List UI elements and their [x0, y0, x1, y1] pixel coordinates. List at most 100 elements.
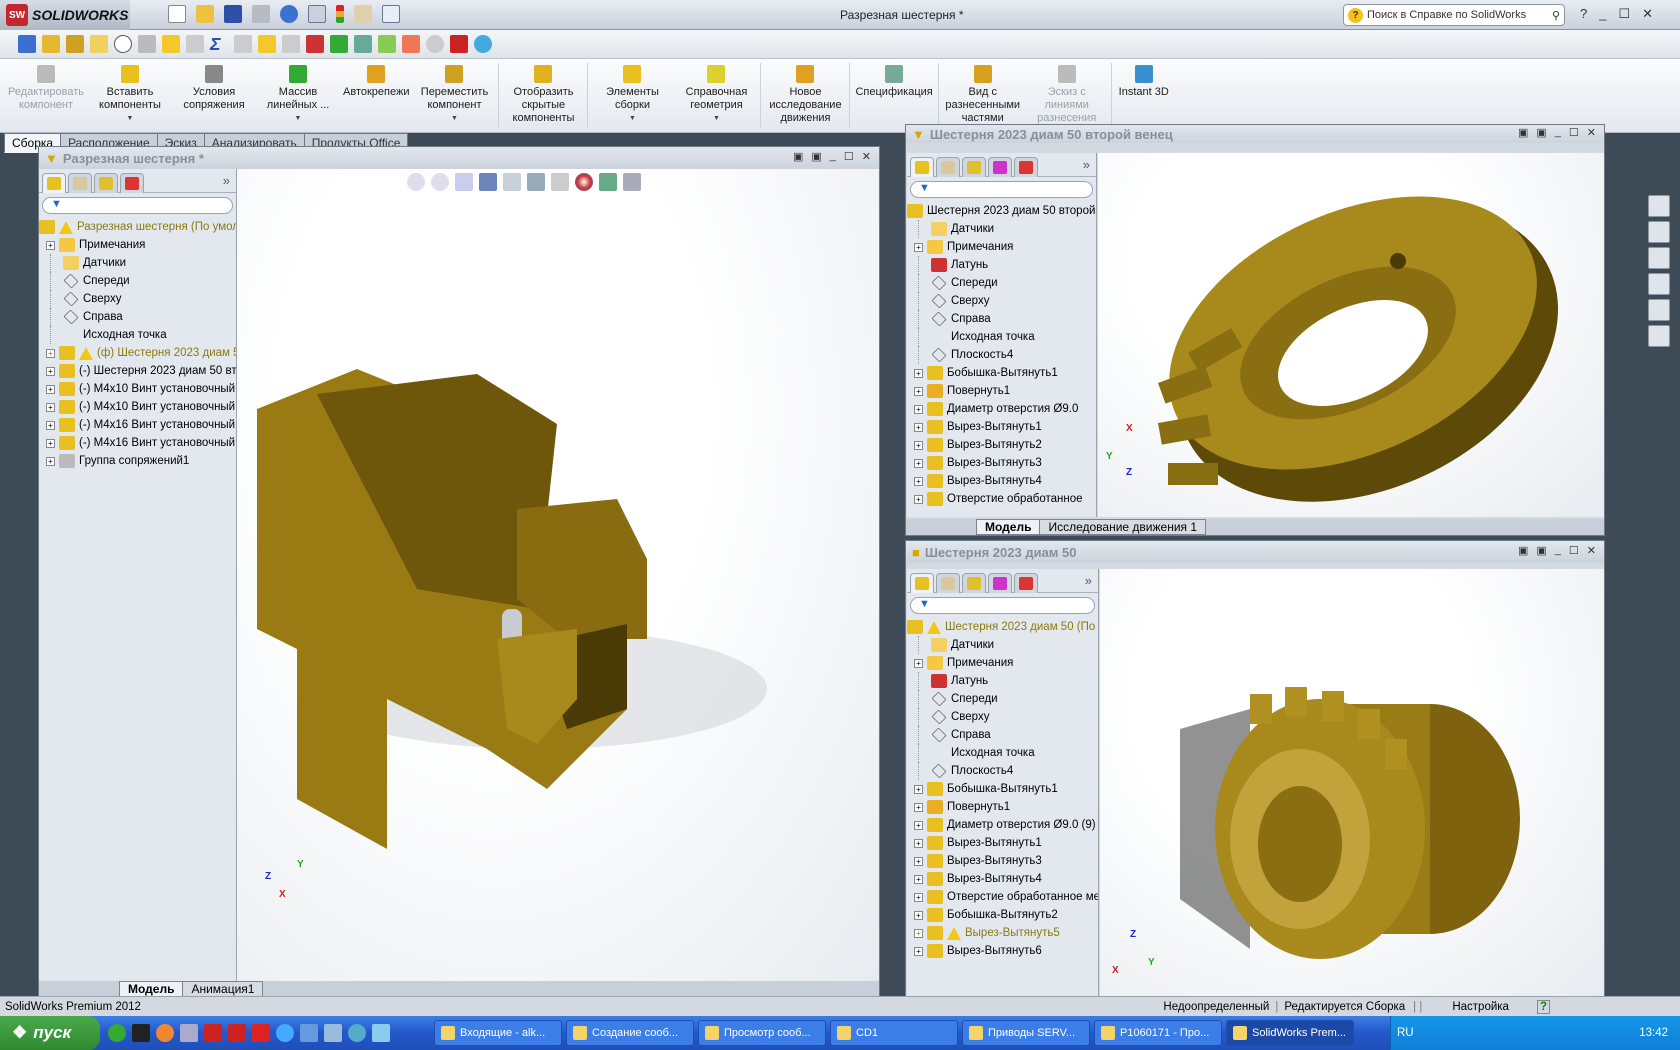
command-7[interactable]: Элементы сборки ▼: [590, 59, 674, 132]
tree-item[interactable]: Шестерня 2023 диам 50 второй венец: [907, 202, 1096, 220]
yandex-icon[interactable]: [252, 1024, 270, 1042]
expand-tabs-icon[interactable]: »: [1083, 157, 1090, 172]
tree-item[interactable]: + Вырез-Вытянуть1: [907, 834, 1098, 852]
feature-manager-tab[interactable]: [910, 157, 934, 177]
tree-filter-input[interactable]: ▼: [910, 597, 1095, 614]
configuration-manager-tab[interactable]: [94, 173, 118, 193]
help-search-input[interactable]: ? Поиск в Справке по SolidWorks ⚲: [1343, 4, 1565, 26]
tree-item[interactable]: Справа: [907, 726, 1098, 744]
performance-icon[interactable]: [114, 35, 132, 53]
tree-item[interactable]: Спереди: [39, 272, 236, 290]
tree-item[interactable]: +(-) Шестерня 2023 диам 50 второй венец: [39, 362, 236, 380]
section-properties-icon[interactable]: [90, 35, 108, 53]
clearance-icon[interactable]: [282, 35, 300, 53]
taskbar-button[interactable]: Входящие - alk...: [434, 1020, 562, 1046]
file-explorer-icon[interactable]: [1648, 247, 1670, 269]
property-manager-tab[interactable]: [936, 157, 960, 177]
tree-item[interactable]: + Бобышка-Вытянуть2: [907, 906, 1098, 924]
tree-item[interactable]: + Бобышка-Вытянуть1: [907, 780, 1098, 798]
taskbar-button[interactable]: P1060171 - Про...: [1094, 1020, 1222, 1046]
tree-item[interactable]: Сверху: [907, 708, 1098, 726]
tree-item[interactable]: + Вырез-Вытянуть2: [907, 436, 1096, 454]
tree-item[interactable]: Датчики: [907, 220, 1096, 238]
tree-item[interactable]: + Вырез-Вытянуть4: [907, 870, 1098, 888]
start-button[interactable]: ❖ пуск: [0, 1016, 100, 1050]
section-gear-model[interactable]: [237, 169, 879, 981]
tree-item[interactable]: Исходная точка: [907, 744, 1098, 762]
expand-icon[interactable]: +: [46, 348, 55, 358]
open-folder-icon[interactable]: [196, 5, 214, 23]
design-library-icon[interactable]: [1648, 221, 1670, 243]
tree-item[interactable]: + Отверстие обработанное: [907, 490, 1096, 508]
expand-icon[interactable]: +: [914, 458, 923, 468]
tile-button[interactable]: ▣: [1518, 126, 1528, 139]
tree-item[interactable]: + (ф) Шестерня 2023 диам 50: [39, 344, 236, 362]
compare-icon[interactable]: [306, 35, 324, 53]
tree-item[interactable]: + (-) M4x16 Винт установочный: [39, 434, 236, 452]
tree-item[interactable]: Шестерня 2023 диам 50 (По умолчанию): [907, 618, 1098, 636]
undo-icon[interactable]: [280, 5, 298, 23]
tile-button[interactable]: ▣: [1536, 544, 1546, 557]
tree-item[interactable]: + Примечания: [907, 238, 1096, 256]
expand-icon[interactable]: +: [914, 784, 923, 794]
tree-item[interactable]: Латунь: [907, 256, 1096, 274]
tree-item[interactable]: Исходная точка: [907, 328, 1096, 346]
minimize-button[interactable]: _: [1555, 126, 1561, 139]
graphics-viewport[interactable]: YZX: [237, 169, 879, 981]
feature-manager-tab[interactable]: [42, 173, 66, 193]
maximize-button[interactable]: ☐: [1569, 126, 1579, 139]
tree-item[interactable]: Латунь: [907, 672, 1098, 690]
simulation-icon[interactable]: [378, 35, 396, 53]
tile-button[interactable]: ▣: [793, 150, 803, 163]
command-6[interactable]: Отобразить скрытые компоненты: [501, 59, 585, 132]
expand-icon[interactable]: +: [914, 404, 923, 414]
taskbar-button[interactable]: Просмотр сооб...: [698, 1020, 826, 1046]
display-manager-tab[interactable]: [1014, 157, 1038, 177]
property-manager-tab[interactable]: [936, 573, 960, 593]
appearance-icon[interactable]: [474, 35, 492, 53]
chevron-down-icon[interactable]: ▼: [127, 112, 134, 125]
color-icon[interactable]: [450, 35, 468, 53]
tree-item[interactable]: Справа: [907, 310, 1096, 328]
chevron-down-icon[interactable]: ▼: [713, 112, 720, 125]
taskbar-button[interactable]: CD1: [830, 1020, 958, 1046]
expand-icon[interactable]: +: [914, 440, 923, 450]
tree-item[interactable]: + Вырез-Вытянуть6: [907, 942, 1098, 960]
tree-item[interactable]: + Группа сопряжений1: [39, 452, 236, 470]
flow-icon[interactable]: [402, 35, 420, 53]
command-1[interactable]: Вставить компоненты ▼: [88, 59, 172, 132]
expand-icon[interactable]: +: [914, 928, 923, 938]
resources-icon[interactable]: [1648, 195, 1670, 217]
minimize-button[interactable]: _: [830, 150, 836, 163]
configuration-manager-tab[interactable]: [962, 157, 986, 177]
command-3[interactable]: Массив линейных ... ▼: [256, 59, 340, 132]
measure-icon[interactable]: [42, 35, 60, 53]
tab-animation[interactable]: Анимация1: [182, 981, 264, 997]
expand-icon[interactable]: +: [914, 242, 923, 252]
rebuild-traffic-light-icon[interactable]: [336, 5, 344, 23]
tree-item[interactable]: + Примечания: [907, 654, 1098, 672]
tree-item[interactable]: Плоскость4: [907, 762, 1098, 780]
quick-launch-icon[interactable]: [180, 1024, 198, 1042]
tree-item[interactable]: + Бобышка-Вытянуть1: [907, 364, 1096, 382]
tree-item[interactable]: Разрезная шестерня (По умолчанию): [39, 218, 236, 236]
check-icon[interactable]: [162, 35, 180, 53]
tree-item[interactable]: + Примечания: [39, 236, 236, 254]
close-button[interactable]: ✕: [862, 150, 871, 163]
ie-icon[interactable]: [276, 1024, 294, 1042]
quick-launch-icon[interactable]: [108, 1024, 126, 1042]
quick-launch-icon[interactable]: [156, 1024, 174, 1042]
spell-check-icon[interactable]: [18, 35, 36, 53]
search-icon[interactable]: ⚲: [1552, 9, 1564, 22]
tree-filter-input[interactable]: ▼: [42, 197, 233, 214]
tree-item[interactable]: Плоскость4: [907, 346, 1096, 364]
close-button[interactable]: ✕: [1587, 544, 1596, 557]
tile-button[interactable]: ▣: [1518, 544, 1528, 557]
mass-properties-icon[interactable]: [66, 35, 84, 53]
expand-icon[interactable]: +: [914, 892, 923, 902]
expand-icon[interactable]: +: [46, 402, 55, 412]
taskbar-button[interactable]: Приводы SERV...: [962, 1020, 1090, 1046]
tree-item[interactable]: Датчики: [907, 636, 1098, 654]
expand-icon[interactable]: +: [914, 658, 923, 668]
help-icon[interactable]: ?: [1536, 999, 1550, 1014]
